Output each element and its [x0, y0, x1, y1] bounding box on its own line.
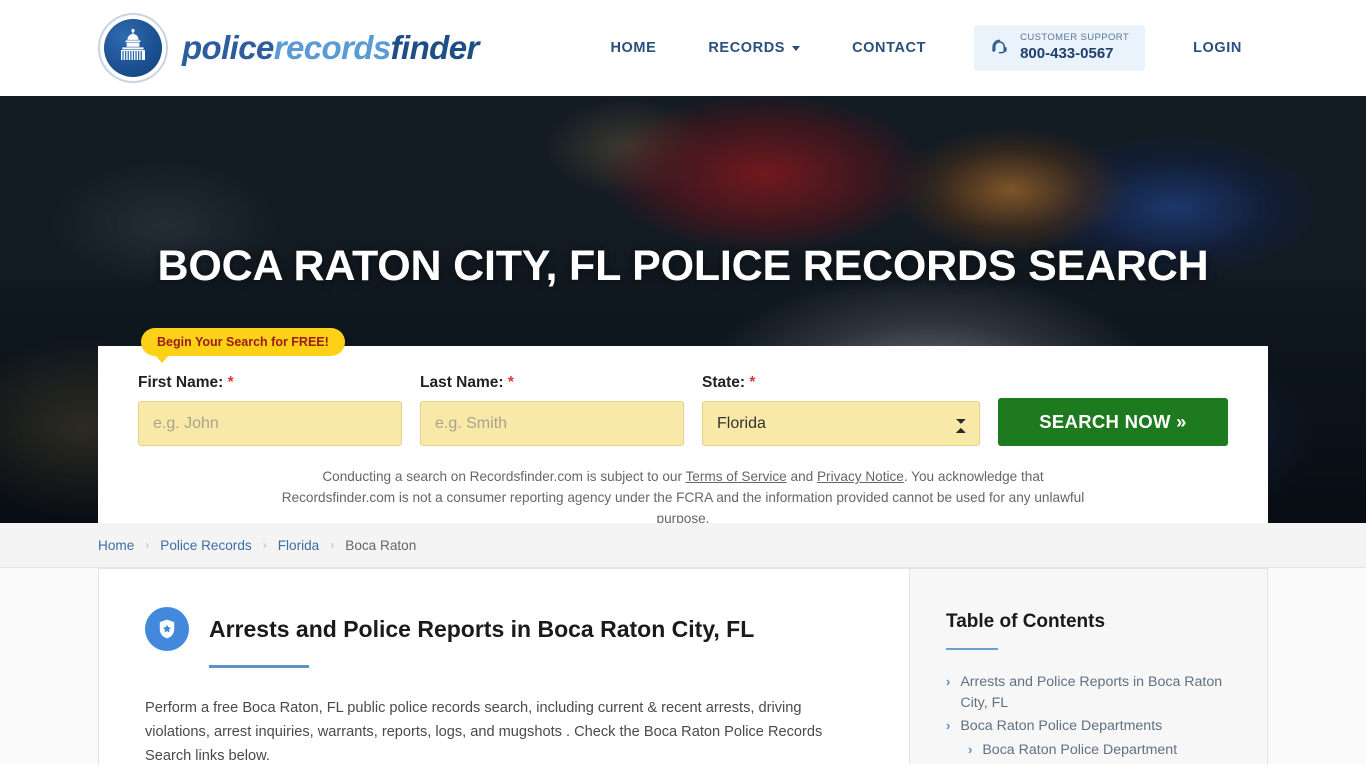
article-header: Arrests and Police Reports in Boca Raton… [145, 607, 863, 651]
main-navigation: HOME RECORDS CONTACT CUSTOMER SUPPORT 80… [584, 25, 1268, 71]
last-name-field-group: Last Name: * [420, 374, 684, 446]
state-field-group: State: * Florida [702, 374, 980, 446]
first-name-label-text: First Name: [138, 374, 224, 391]
chevron-down-icon [792, 46, 801, 52]
police-badge-icon [145, 607, 189, 651]
privacy-notice-link[interactable]: Privacy Notice [817, 469, 904, 484]
nav-item-home-label: HOME [610, 39, 657, 56]
toc-title: Table of Contents [946, 611, 1106, 632]
support-label: CUSTOMER SUPPORT [1020, 32, 1130, 44]
toc-item-arrests-and-police-reports[interactable]: › Arrests and Police Reports in Boca Rat… [946, 672, 1231, 713]
site-header: policerecordsfinder HOME RECORDS CONTACT… [0, 0, 1366, 96]
state-select[interactable]: Florida [702, 401, 980, 446]
support-text: CUSTOMER SUPPORT 800-433-0567 [1020, 32, 1130, 63]
search-disclaimer: Conducting a search on Recordsfinder.com… [268, 466, 1098, 523]
chevron-right-icon: › [946, 674, 951, 689]
nav-item-contact[interactable]: CONTACT [826, 40, 952, 56]
last-name-label-text: Last Name: [420, 374, 504, 391]
chevron-right-icon: › [330, 538, 335, 552]
disclaimer-part-1: Conducting a search on Recordsfinder.com… [322, 469, 686, 484]
brand-wordmark: policerecordsfinder [182, 29, 479, 67]
toc-underline [946, 648, 998, 650]
breadcrumb-item-police-records[interactable]: Police Records [160, 538, 251, 553]
brand-word-finder: finder [390, 29, 480, 66]
first-name-required-marker: * [227, 374, 234, 391]
chevron-right-icon: › [946, 718, 951, 734]
first-name-field-group: First Name: * [138, 374, 402, 446]
search-form-panel: Begin Your Search for FREE! First Name: … [98, 328, 1268, 523]
free-search-badge: Begin Your Search for FREE! [141, 328, 345, 363]
article-card: Arrests and Police Reports in Boca Raton… [98, 568, 910, 764]
customer-support-button[interactable]: CUSTOMER SUPPORT 800-433-0567 [974, 25, 1146, 71]
chevron-right-icon: › [968, 741, 973, 757]
capitol-dome-icon [98, 13, 168, 83]
breadcrumb-item-florida[interactable]: Florida [278, 538, 320, 553]
nav-item-login-label: LOGIN [1193, 39, 1242, 56]
state-required-marker: * [749, 374, 756, 391]
disclaimer-part-2: and [786, 469, 817, 484]
last-name-label: Last Name: * [420, 374, 684, 392]
nav-item-records-label: RECORDS [708, 39, 786, 56]
first-name-input[interactable] [138, 401, 402, 446]
content-area: Arrests and Police Reports in Boca Raton… [0, 568, 1366, 764]
first-name-label: First Name: * [138, 374, 402, 392]
breadcrumb-current: Boca Raton [345, 537, 417, 553]
toc-item-label: Boca Raton Police Departments [960, 718, 1163, 735]
hero-section: BOCA RATON CITY, FL POLICE RECORDS SEARC… [0, 96, 1366, 523]
toc-item-police-department[interactable]: › Boca Raton Police Department [946, 740, 1231, 761]
nav-item-contact-label: CONTACT [852, 39, 927, 56]
support-phone: 800-433-0567 [1020, 45, 1114, 63]
table-of-contents-card: Table of Contents › Arrests and Police R… [910, 568, 1268, 764]
breadcrumb-item-home[interactable]: Home [98, 538, 134, 553]
toc-item-label: Boca Raton Police Department [982, 741, 1178, 758]
terms-of-service-link[interactable]: Terms of Service [686, 469, 787, 484]
article-body-text: Perform a free Boca Raton, FL public pol… [145, 700, 823, 765]
toc-item-label: Arrests and Police Reports in Boca Raton… [960, 674, 1223, 711]
nav-item-home[interactable]: HOME [584, 40, 682, 56]
brand-logo[interactable]: policerecordsfinder [98, 13, 479, 83]
search-now-button[interactable]: SEARCH NOW » [998, 398, 1228, 446]
state-label-text: State: [702, 374, 746, 391]
last-name-input[interactable] [420, 401, 684, 446]
nav-item-login[interactable]: LOGIN [1167, 40, 1268, 56]
last-name-required-marker: * [507, 374, 514, 391]
nav-item-records[interactable]: RECORDS [682, 40, 826, 56]
chevron-right-icon: › [145, 538, 150, 552]
search-form-row: First Name: * Last Name: * State: * Fl [138, 374, 1228, 446]
toc-list: › Arrests and Police Reports in Boca Rat… [946, 672, 1231, 760]
breadcrumb: Home › Police Records › Florida › Boca R… [0, 523, 1366, 568]
brand-word-police: police [182, 29, 274, 66]
toc-item-police-departments[interactable]: › Boca Raton Police Departments [946, 716, 1231, 737]
article-title: Arrests and Police Reports in Boca Raton… [209, 615, 755, 642]
state-label: State: * [702, 374, 980, 392]
chevron-right-icon: › [262, 538, 267, 552]
page-title: BOCA RATON CITY, FL POLICE RECORDS SEARC… [157, 242, 1209, 290]
title-underline [209, 665, 309, 668]
headset-icon [992, 40, 1007, 54]
brand-word-records: records [273, 29, 391, 66]
